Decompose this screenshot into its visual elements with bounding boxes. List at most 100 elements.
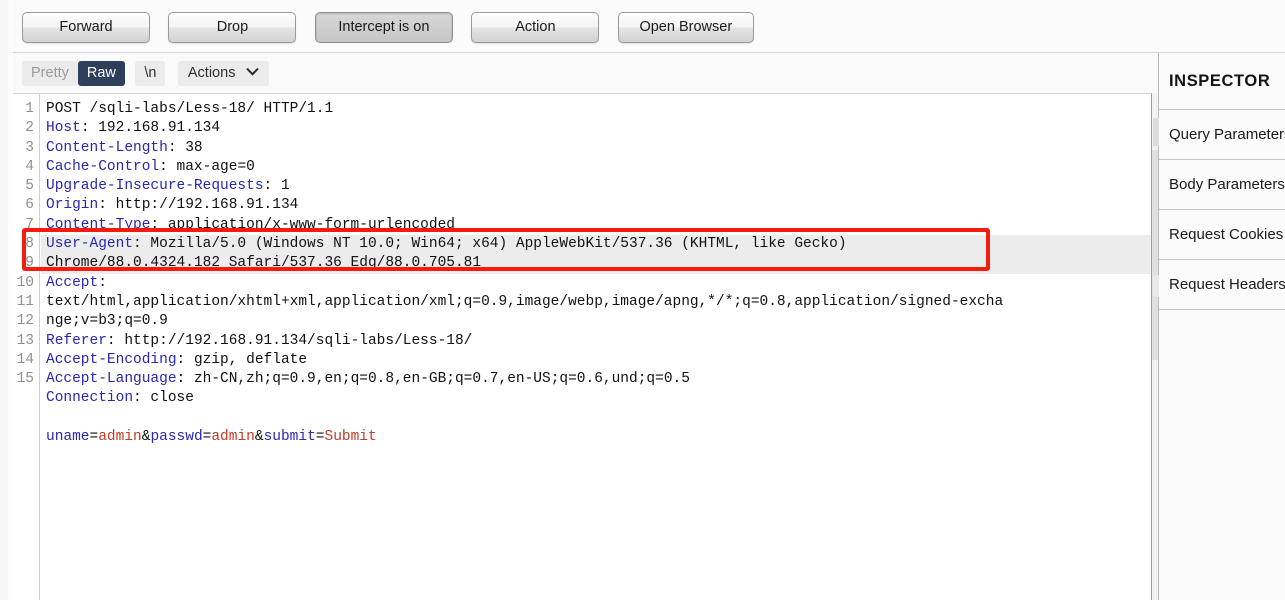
body-param-name: passwd <box>150 429 203 446</box>
header-colon: : <box>176 371 194 388</box>
body-param-equals: = <box>315 429 325 446</box>
header-line: Connection: close <box>41 389 1151 408</box>
body-param-value: admin <box>98 429 142 446</box>
line-number: 6 <box>25 197 34 214</box>
body-param-name: submit <box>263 429 316 446</box>
header-value: gzip, deflate <box>193 351 308 368</box>
header-line: Accept-Encoding: gzip, deflate <box>41 351 1151 370</box>
header-name: Content-Length <box>46 139 168 156</box>
line-number: 8 <box>25 236 34 253</box>
header-value: close <box>150 390 194 407</box>
line-number: 7 <box>25 216 34 233</box>
header-name: Accept-Language <box>46 371 177 388</box>
inspector-scroll-nub-2[interactable] <box>1153 275 1159 297</box>
header-name: Accept-Encoding <box>46 351 177 368</box>
header-name: Host <box>46 120 81 137</box>
inspector-item-request-headers[interactable]: Request Headers <box>1159 260 1285 310</box>
line-number-gutter: 1 2 3 4 5 6 7 8 9 10 11 12 13 14 15 <box>13 94 40 600</box>
line-number-list: 1 2 3 4 5 6 7 8 9 10 11 12 13 14 15 <box>13 94 39 389</box>
header-colon: : <box>263 178 281 195</box>
header-value: 1 <box>280 178 290 195</box>
header-colon: : <box>133 236 151 253</box>
open-browser-button[interactable]: Open Browser <box>617 12 754 43</box>
line-number: 13 <box>16 332 34 349</box>
header-value: http://192.168.91.134 <box>115 197 299 214</box>
header-line: Accept-Language: zh-CN,zh;q=0.9,en;q=0.8… <box>41 370 1151 389</box>
line-number: 3 <box>25 139 34 156</box>
header-colon: : <box>80 120 99 137</box>
body-param-name: uname <box>46 429 90 446</box>
inspector-title: INSPECTOR <box>1159 53 1285 110</box>
view-mode-group: Pretty Raw <box>22 61 125 86</box>
header-wrap-line: nge;v=b3;q=0.9 <box>41 312 1151 331</box>
header-wrap-text: Chrome/88.0.4324.182 Safari/537.36 Edg/8… <box>46 255 482 272</box>
header-wrap-text: nge;v=b3;q=0.9 <box>46 313 168 330</box>
raw-request-editor[interactable]: 1 2 3 4 5 6 7 8 9 10 11 12 13 14 15 POST… <box>13 93 1152 600</box>
tab-newline[interactable]: \n <box>135 61 166 86</box>
body-param-amp: & <box>254 429 264 446</box>
line-number: 4 <box>25 158 34 175</box>
header-name: Upgrade-Insecure-Requests <box>46 178 264 195</box>
header-line: Upgrade-Insecure-Requests: 1 <box>41 177 1151 196</box>
header-line: Content-Length: 38 <box>41 139 1151 158</box>
request-line: POST /sqli-labs/Less-18/ HTTP/1.1 <box>41 100 1151 119</box>
header-line: Referer: http://192.168.91.134/sqli-labs… <box>41 332 1151 351</box>
drop-button[interactable]: Drop <box>168 12 297 43</box>
header-line: Cache-Control: max-age=0 <box>41 158 1151 177</box>
line-number: 2 <box>25 120 34 137</box>
header-colon: : <box>176 351 194 368</box>
chevron-down-icon <box>246 60 260 85</box>
header-wrap-line: Chrome/88.0.4324.182 Safari/537.36 Edg/8… <box>41 254 1151 274</box>
header-name: Referer <box>46 332 107 349</box>
header-line: Host: 192.168.91.134 <box>41 119 1151 138</box>
line-number: 11 <box>16 293 34 310</box>
actions-dropdown[interactable]: Actions <box>177 60 270 86</box>
header-value: Mozilla/5.0 (Windows NT 10.0; Win64; x64… <box>150 236 847 253</box>
header-colon: : <box>98 197 116 214</box>
header-wrap-line: text/html,application/xhtml+xml,applicat… <box>41 293 1151 312</box>
action-button[interactable]: Action <box>471 12 600 43</box>
intercept-toggle-button[interactable]: Intercept is on <box>314 12 453 43</box>
inspector-item-request-cookies[interactable]: Request Cookies <box>1159 210 1285 260</box>
header-value: 38 <box>185 139 203 156</box>
raw-request-text[interactable]: POST /sqli-labs/Less-18/ HTTP/1.1 Host: … <box>41 94 1151 600</box>
line-number: 10 <box>16 274 34 291</box>
line-number: 1 <box>25 101 34 117</box>
body-param-equals: = <box>89 429 99 446</box>
header-name: User-Agent <box>46 236 134 253</box>
body-param-value: Submit <box>324 429 377 446</box>
header-line: Content-Type: application/x-www-form-url… <box>41 216 1151 235</box>
header-colon: : <box>98 274 107 291</box>
inspector-item-body-parameters[interactable]: Body Parameters <box>1159 160 1285 210</box>
forward-button[interactable]: Forward <box>22 12 150 43</box>
header-colon: : <box>167 139 186 156</box>
header-value: application/x-www-form-urlencoded <box>167 216 455 233</box>
header-colon: : <box>106 332 125 349</box>
header-wrap-text: text/html,application/xhtml+xml,applicat… <box>46 293 1004 310</box>
proxy-toolbar: Forward Drop Intercept is on Action Open… <box>13 0 1285 53</box>
header-name: Cache-Control <box>46 158 160 175</box>
header-colon: : <box>159 158 177 175</box>
inspector-scroll-nub[interactable] <box>1153 118 1159 146</box>
line-number: 14 <box>16 351 34 368</box>
line-number: 15 <box>16 371 34 388</box>
line-number: 5 <box>25 178 34 195</box>
window-left-edge <box>0 0 13 600</box>
line-number: 12 <box>16 313 34 330</box>
tab-raw[interactable]: Raw <box>77 61 125 86</box>
header-name: Accept <box>46 274 99 291</box>
request-line-text: POST /sqli-labs/Less-18/ HTTP/1.1 <box>46 101 334 117</box>
inspector-item-query-parameters[interactable]: Query Parameters <box>1159 110 1285 160</box>
header-colon: : <box>133 390 151 407</box>
request-body-line: uname=admin&passwd=admin&submit=Submit <box>41 428 1151 447</box>
header-line: Accept: <box>41 274 1151 293</box>
header-value: zh-CN,zh;q=0.9,en;q=0.8,en-GB;q=0.7,en-U… <box>193 371 690 388</box>
header-line-user-agent: User-Agent: Mozilla/5.0 (Windows NT 10.0… <box>41 235 1151 255</box>
inspector-panel: INSPECTOR Query Parameters Body Paramete… <box>1153 53 1285 600</box>
header-line: Origin: http://192.168.91.134 <box>41 196 1151 215</box>
burp-proxy-intercept-window: Forward Drop Intercept is on Action Open… <box>0 0 1285 600</box>
header-value: 192.168.91.134 <box>98 120 221 137</box>
tab-pretty[interactable]: Pretty <box>22 61 78 86</box>
inspector-empty-area <box>1159 310 1285 597</box>
